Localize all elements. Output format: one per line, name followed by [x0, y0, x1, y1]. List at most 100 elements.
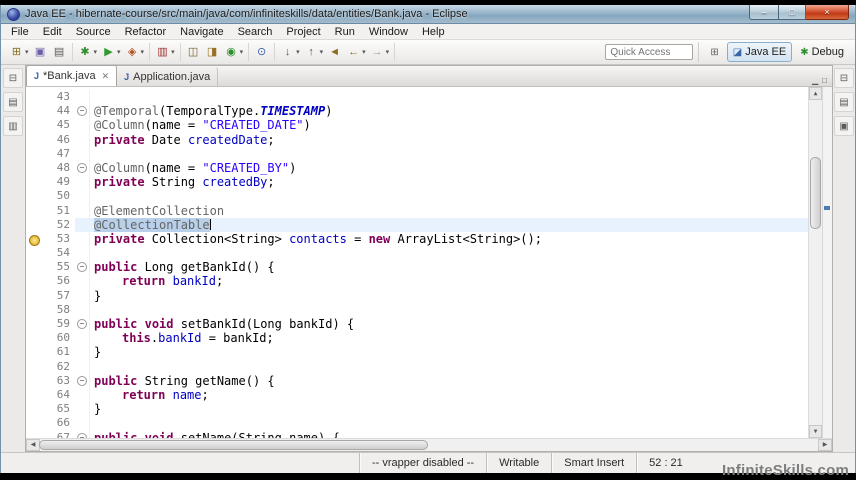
overview-ruler[interactable] [822, 87, 832, 438]
line-number[interactable]: 48 [42, 161, 75, 175]
minimize-button[interactable]: – [749, 5, 779, 20]
code-line[interactable]: 67− public void setName(String name) { [26, 430, 808, 439]
external-tools-button[interactable]: ◈ ▾ [123, 44, 147, 61]
print-button[interactable]: ▤ [50, 44, 69, 61]
gutter-marker-cell[interactable] [26, 345, 42, 359]
gutter-marker-cell[interactable] [26, 431, 42, 439]
code-line[interactable]: 57} [26, 288, 808, 303]
line-number[interactable]: 52 [42, 218, 75, 232]
horizontal-scrollbar-thumb[interactable] [39, 440, 428, 450]
tab-bank-java[interactable]: J *Bank.java ✕ [26, 65, 118, 86]
collapse-icon[interactable]: − [77, 262, 87, 273]
line-number[interactable]: 53 [42, 232, 75, 246]
forward-button[interactable]: → ▾ [368, 44, 392, 61]
gutter-marker-cell[interactable] [26, 274, 42, 288]
run-button[interactable]: ▶ ▾ [99, 44, 123, 61]
code-line[interactable]: 60 this.bankId = bankId; [26, 331, 808, 346]
vertical-scrollbar[interactable]: ▲ ▼ [808, 87, 822, 438]
last-edit-location-button[interactable]: ◄ [325, 44, 344, 61]
back-button[interactable]: ← ▾ [344, 44, 368, 61]
gutter-marker-cell[interactable] [26, 303, 42, 317]
gutter-marker-cell[interactable] [26, 218, 42, 232]
code-line[interactable]: 43 [26, 90, 808, 105]
line-number[interactable]: 44 [42, 104, 75, 118]
gutter-marker-cell[interactable] [26, 317, 42, 331]
collapse-icon[interactable]: − [77, 319, 87, 329]
open-perspective-button[interactable]: ⊞ [704, 42, 724, 62]
menu-project[interactable]: Project [279, 24, 327, 39]
new-class-button[interactable]: ◉ ▾ [222, 44, 246, 61]
menu-window[interactable]: Window [362, 24, 415, 39]
code-line[interactable]: 55− public Long getBankId() { [26, 260, 808, 275]
gutter-marker-cell[interactable] [26, 260, 42, 274]
code-line[interactable]: 53 private Collection<String> contacts = … [26, 231, 808, 247]
line-number[interactable]: 49 [42, 175, 75, 189]
line-number[interactable]: 61 [42, 345, 75, 359]
debug-button[interactable]: ✱ ▾ [76, 44, 100, 61]
coverage-button[interactable]: ▥ ▾ [153, 44, 177, 61]
task-list-view-button[interactable]: ▣ [834, 116, 854, 136]
line-number[interactable]: 54 [42, 246, 75, 260]
menu-help[interactable]: Help [415, 24, 452, 39]
menu-navigate[interactable]: Navigate [173, 24, 230, 39]
new-wizard-button[interactable]: ⊞ ▾ [7, 44, 31, 61]
maximize-editor-button[interactable]: □ [822, 76, 827, 86]
code-line[interactable]: 63− public String getName() { [26, 373, 808, 388]
new-java-project-button[interactable]: ◫ [184, 44, 203, 61]
gutter-marker-cell[interactable] [26, 104, 42, 118]
code-line[interactable]: 59− public void setBankId(Long bankId) { [26, 317, 808, 332]
restore-right-views-button[interactable]: ⊟ [834, 68, 854, 88]
line-number[interactable]: 65 [42, 402, 75, 416]
code-line[interactable]: 52 @CollectionTable [26, 217, 808, 232]
debug-perspective-button[interactable]: ✱ Debug [794, 42, 850, 62]
scroll-right-icon[interactable]: ▶ [818, 439, 832, 451]
collapse-icon[interactable]: − [77, 162, 87, 173]
code-line[interactable]: 49 private String createdBy; [26, 175, 808, 190]
gutter-marker-cell[interactable] [26, 118, 42, 132]
code-line[interactable]: 44− @Temporal(TemporalType.TIMESTAMP) [26, 104, 808, 119]
new-package-button[interactable]: ◨ [203, 44, 222, 61]
collapse-icon[interactable]: − [77, 106, 87, 117]
code-line[interactable]: 51 @ElementCollection [26, 203, 808, 218]
outline-view-button[interactable]: ▤ [834, 92, 854, 112]
code-line[interactable]: 62 [26, 359, 808, 374]
restore-left-views-button[interactable]: ⊟ [3, 68, 23, 88]
gutter-marker-cell[interactable] [26, 161, 42, 175]
gutter-marker-cell[interactable] [26, 232, 42, 246]
scroll-left-icon[interactable]: ◀ [26, 439, 40, 451]
gutter-marker-cell[interactable] [26, 175, 42, 189]
vertical-scrollbar-thumb[interactable] [810, 157, 821, 230]
menu-run[interactable]: Run [328, 24, 362, 39]
line-number[interactable]: 55 [42, 260, 75, 274]
project-explorer-view-button[interactable]: ▤ [3, 92, 23, 112]
previous-annotation-button[interactable]: ↑ ▾ [302, 44, 326, 61]
horizontal-scrollbar[interactable]: ◀ ▶ [26, 438, 832, 451]
code-line[interactable]: 61} [26, 345, 808, 360]
line-number[interactable]: 45 [42, 118, 75, 132]
gutter-marker-cell[interactable] [26, 388, 42, 402]
code-line[interactable]: 46 private Date createdDate; [26, 132, 808, 147]
maximize-button[interactable]: □ [779, 5, 806, 20]
line-number[interactable]: 50 [42, 189, 75, 203]
gutter-marker-cell[interactable] [26, 246, 42, 260]
close-tab-icon[interactable]: ✕ [102, 71, 110, 82]
code-line[interactable]: 66 [26, 416, 808, 431]
scroll-up-icon[interactable]: ▲ [809, 87, 822, 100]
line-number[interactable]: 67 [42, 431, 75, 439]
gutter-marker-cell[interactable] [26, 204, 42, 218]
menu-source[interactable]: Source [69, 24, 118, 39]
minimize-editor-button[interactable]: ▁ [812, 76, 818, 86]
gutter-marker-cell[interactable] [26, 90, 42, 104]
gutter-marker-cell[interactable] [26, 189, 42, 203]
gutter-marker-cell[interactable] [26, 133, 42, 147]
menu-file[interactable]: File [4, 24, 36, 39]
next-annotation-button[interactable]: ↓ ▾ [278, 44, 302, 61]
line-number[interactable]: 59 [42, 317, 75, 331]
gutter-marker-cell[interactable] [26, 289, 42, 303]
line-number[interactable]: 56 [42, 274, 75, 288]
gutter-marker-cell[interactable] [26, 147, 42, 161]
close-button[interactable]: × [806, 5, 849, 20]
line-number[interactable]: 62 [42, 360, 75, 374]
menu-refactor[interactable]: Refactor [118, 24, 174, 39]
gutter-marker-cell[interactable] [26, 360, 42, 374]
